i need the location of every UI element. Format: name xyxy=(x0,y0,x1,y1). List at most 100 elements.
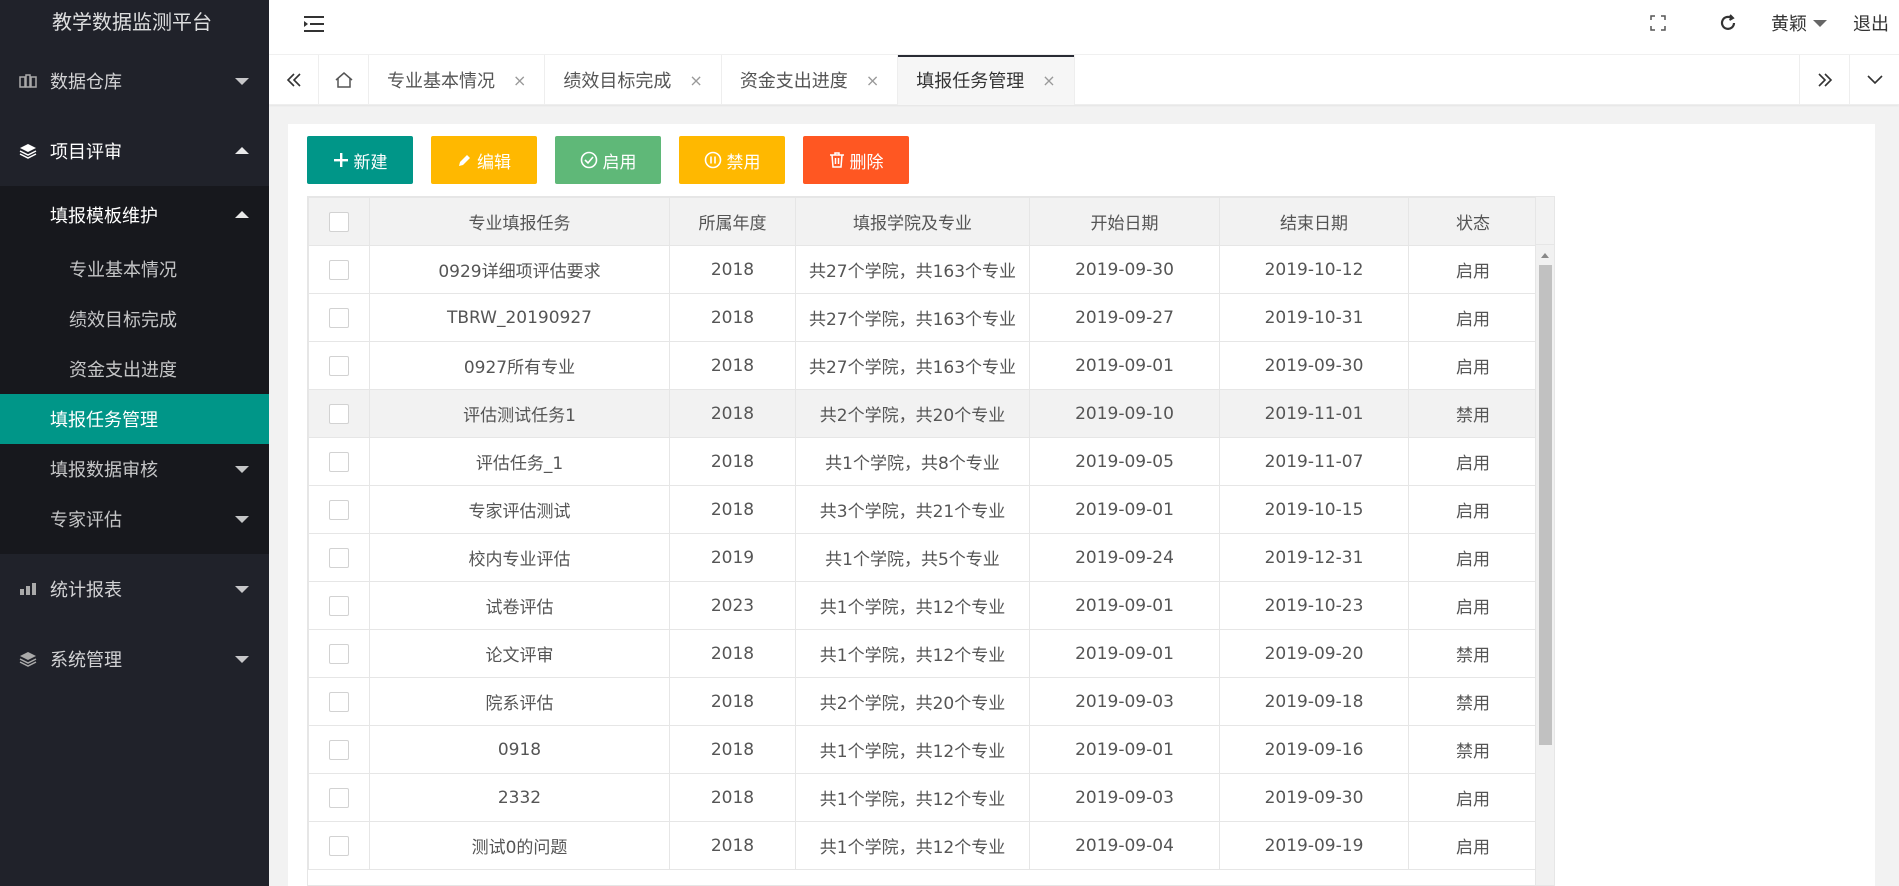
table-row[interactable]: 测试0的问题 2018 共1个学院，共12个专业 2019-09-04 2019-09-… xyxy=(308,821,1538,870)
table-cell: 启用 xyxy=(1408,341,1538,390)
select-all-checkbox[interactable] xyxy=(308,197,370,246)
tab-bar: 专业基本情况 × 绩效目标完成 × 资金支出进度 × 填报任务管理 × xyxy=(269,55,1899,105)
table-cell: 启用 xyxy=(1408,245,1538,294)
row-checkbox[interactable] xyxy=(308,485,370,534)
app-title: 教学数据监测平台 xyxy=(52,10,212,34)
table-row[interactable]: 院系评估 2018 共2个学院，共20个专业 2019-09-03 2019-09-18… xyxy=(308,677,1538,726)
row-checkbox[interactable] xyxy=(308,821,370,870)
tab-major-basic[interactable]: 专业基本情况 × xyxy=(369,55,546,105)
row-checkbox[interactable] xyxy=(308,437,370,486)
disable-button[interactable]: 禁用 xyxy=(679,136,785,184)
sidebar-item-task-management[interactable]: 填报任务管理 xyxy=(0,394,269,444)
row-checkbox[interactable] xyxy=(308,341,370,390)
table-cell: 共27个学院，共163个专业 xyxy=(795,341,1030,390)
sidebar-item-system[interactable]: 系统管理 xyxy=(0,624,269,694)
table-row[interactable]: 校内专业评估 2019 共1个学院，共5个专业 2019-09-24 2019-12-3… xyxy=(308,533,1538,582)
column-header[interactable]: 结束日期 xyxy=(1219,197,1409,246)
table-cell: 2018 xyxy=(669,725,796,774)
tabs-menu-chevron-down-icon[interactable] xyxy=(1849,55,1899,105)
column-header[interactable]: 开始日期 xyxy=(1029,197,1220,246)
close-icon[interactable]: × xyxy=(1042,71,1055,90)
table-cell: 禁用 xyxy=(1408,725,1538,774)
tab-fund-progress[interactable]: 资金支出进度 × xyxy=(722,55,899,105)
row-checkbox[interactable] xyxy=(308,293,370,342)
menu-toggle-icon[interactable] xyxy=(304,15,328,35)
column-header[interactable]: 专业填报任务 xyxy=(369,197,670,246)
sidebar-item-data-warehouse[interactable]: 数据仓库 xyxy=(0,46,269,116)
sidebar-item-label: 填报任务管理 xyxy=(50,410,158,431)
table-row[interactable]: 2332 2018 共1个学院，共12个专业 2019-09-03 2019-09-30… xyxy=(308,773,1538,822)
table-cell: 测试0的问题 xyxy=(369,821,670,870)
table-row[interactable]: 0929详细项评估要求 2018 共27个学院，共163个专业 2019-09-30 2… xyxy=(308,245,1538,294)
table-cell: 2019-09-04 xyxy=(1029,821,1220,870)
row-checkbox[interactable] xyxy=(308,677,370,726)
table-cell: 禁用 xyxy=(1408,629,1538,678)
column-header[interactable]: 状态 xyxy=(1408,197,1538,246)
table-row[interactable]: 评估测试任务1 2018 共2个学院，共20个专业 2019-09-10 2019-11… xyxy=(308,389,1538,438)
close-icon[interactable]: × xyxy=(866,71,879,90)
sidebar-item-major-basic[interactable]: 专业基本情况 xyxy=(0,244,269,294)
row-checkbox[interactable] xyxy=(308,533,370,582)
chevron-down-icon xyxy=(235,78,249,85)
tabs-scroll-right-icon[interactable] xyxy=(1799,55,1849,105)
scrollbar-corner xyxy=(1535,197,1554,245)
table-cell: 共1个学院，共12个专业 xyxy=(795,773,1030,822)
table-cell: 2019-09-03 xyxy=(1029,773,1220,822)
tab-task-management[interactable]: 填报任务管理 × xyxy=(898,55,1075,105)
table-cell: 共1个学院，共12个专业 xyxy=(795,581,1030,630)
row-checkbox[interactable] xyxy=(308,389,370,438)
row-checkbox[interactable] xyxy=(308,581,370,630)
logout-link[interactable]: 退出 xyxy=(1853,10,1889,36)
sidebar-item-fund-progress[interactable]: 资金支出进度 xyxy=(0,344,269,394)
edit-button[interactable]: 编辑 xyxy=(431,136,537,184)
main-content: 新建 编辑 启用 禁用 删除 专业填报任务 所属年度 填报学院及专业 开始日期 … xyxy=(288,124,1875,886)
column-header[interactable]: 填报学院及专业 xyxy=(795,197,1030,246)
close-icon[interactable]: × xyxy=(513,71,526,90)
table-row[interactable]: 专家评估测试 2018 共3个学院，共21个专业 2019-09-01 2019-10-… xyxy=(308,485,1538,534)
check-circle-icon xyxy=(580,151,598,169)
column-header[interactable]: 所属年度 xyxy=(669,197,796,246)
row-checkbox[interactable] xyxy=(308,245,370,294)
sidebar-item-statistics[interactable]: 统计报表 xyxy=(0,554,269,624)
table-cell: 2018 xyxy=(669,245,796,294)
table-row[interactable]: 0918 2018 共1个学院，共12个专业 2019-09-01 2019-09-16… xyxy=(308,725,1538,774)
home-icon[interactable] xyxy=(319,55,369,105)
pencil-icon xyxy=(457,153,472,168)
table-cell: 启用 xyxy=(1408,485,1538,534)
row-checkbox[interactable] xyxy=(308,773,370,822)
delete-button[interactable]: 删除 xyxy=(803,136,909,184)
enable-button[interactable]: 启用 xyxy=(555,136,661,184)
table-row[interactable]: TBRW_20190927 2018 共27个学院，共163个专业 2019-09-2… xyxy=(308,293,1538,342)
row-checkbox[interactable] xyxy=(308,725,370,774)
sidebar-item-data-audit[interactable]: 填报数据审核 xyxy=(0,444,269,494)
tabs-scroll-left-icon[interactable] xyxy=(269,55,319,105)
sidebar-item-label: 统计报表 xyxy=(50,580,122,601)
table-row[interactable]: 试卷评估 2023 共1个学院，共12个专业 2019-09-01 2019-10-23… xyxy=(308,581,1538,630)
fullscreen-icon[interactable] xyxy=(1623,15,1693,31)
tab-performance[interactable]: 绩效目标完成 × xyxy=(545,55,722,105)
refresh-icon[interactable] xyxy=(1693,14,1763,32)
table-row[interactable]: 论文评审 2018 共1个学院，共12个专业 2019-09-01 2019-09-20… xyxy=(308,629,1538,678)
table-cell: 共2个学院，共20个专业 xyxy=(795,677,1030,726)
chevron-down-icon xyxy=(235,466,249,473)
sidebar-item-performance[interactable]: 绩效目标完成 xyxy=(0,294,269,344)
row-checkbox[interactable] xyxy=(308,629,370,678)
table-scrollbar[interactable] xyxy=(1535,245,1554,885)
scrollbar-thumb[interactable] xyxy=(1539,265,1552,745)
new-button[interactable]: 新建 xyxy=(307,136,413,184)
table-cell: 共1个学院，共5个专业 xyxy=(795,533,1030,582)
pause-circle-icon xyxy=(704,151,722,169)
scroll-up-arrow-icon[interactable] xyxy=(1541,253,1549,258)
table-cell: 2019-09-30 xyxy=(1219,341,1409,390)
sidebar-item-expert-review[interactable]: 专家评估 xyxy=(0,494,269,544)
table-cell: 2019-11-01 xyxy=(1219,389,1409,438)
table-row[interactable]: 评估任务_1 2018 共1个学院，共8个专业 2019-09-05 2019-11-0… xyxy=(308,437,1538,486)
sidebar-item-project-review[interactable]: 项目评审 xyxy=(0,116,269,186)
user-menu[interactable]: 黄颖 xyxy=(1771,10,1827,36)
close-icon[interactable]: × xyxy=(689,71,702,90)
table-cell: 试卷评估 xyxy=(369,581,670,630)
sidebar-item-template-maintenance[interactable]: 填报模板维护 xyxy=(0,186,269,244)
tab-label: 资金支出进度 xyxy=(739,71,848,92)
user-name: 黄颖 xyxy=(1771,14,1807,35)
table-row[interactable]: 0927所有专业 2018 共27个学院，共163个专业 2019-09-01 2019… xyxy=(308,341,1538,390)
